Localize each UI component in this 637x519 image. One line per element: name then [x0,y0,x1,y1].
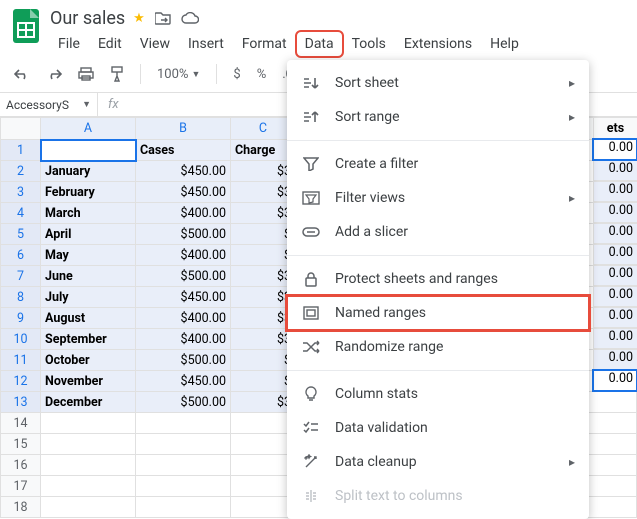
submenu-arrow-icon: ▸ [569,110,575,124]
menu-protect-sheets[interactable]: Protect sheets and ranges [287,262,589,296]
redo-icon[interactable] [42,63,66,85]
filter-views-icon [301,188,321,208]
shuffle-icon [301,337,321,357]
menu-extensions[interactable]: Extensions [396,32,480,56]
move-folder-icon[interactable] [155,11,171,25]
sort-sheet-icon [301,73,321,93]
zoom-select[interactable]: 100%▼ [153,63,204,86]
lightbulb-icon [301,384,321,404]
menu-filter-views[interactable]: Filter views ▸ [287,181,589,215]
menu-sort-range[interactable]: Sort range ▸ [287,100,589,134]
menu-insert[interactable]: Insert [180,32,232,56]
cloud-status-icon[interactable] [181,12,199,24]
menu-add-slicer[interactable]: Add a slicer [287,215,589,249]
menu-data[interactable]: Data [297,32,342,56]
submenu-arrow-icon: ▸ [569,455,575,469]
menu-help[interactable]: Help [482,32,527,56]
doc-title[interactable]: Our sales [50,8,125,29]
menu-edit[interactable]: Edit [90,32,130,56]
row-head[interactable]: 1 [1,140,41,161]
wand-icon [301,452,321,472]
format-currency[interactable]: $ [229,63,244,86]
data-menu-dropdown: Sort sheet ▸ Sort range ▸ Create a filte… [287,60,589,519]
menu-sort-sheet[interactable]: Sort sheet ▸ [287,66,589,100]
menu-tools[interactable]: Tools [344,32,394,56]
format-percent[interactable]: % [253,63,271,86]
slicer-icon [301,222,321,242]
menu-column-stats[interactable]: Column stats [287,377,589,411]
menu-data-cleanup[interactable]: Data cleanup ▸ [287,445,589,479]
checklist-icon [301,418,321,438]
menu-create-filter[interactable]: Create a filter [287,147,589,181]
menu-split-text: Split text to columns [287,479,589,513]
named-ranges-icon [301,303,321,323]
menu-named-ranges[interactable]: Named ranges [287,296,589,330]
cell[interactable] [41,140,136,161]
filter-icon [301,154,321,174]
peek-column: ets 0.00 0.00 0.00 0.00 0.00 0.00 0.00 0… [593,117,637,391]
fx-label: fx [98,97,129,112]
menubar: File Edit View Insert Format Data Tools … [50,32,629,56]
menu-view[interactable]: View [132,32,178,56]
paint-format-icon[interactable] [106,62,128,86]
sort-range-icon [301,107,321,127]
col-head-b[interactable]: B [136,118,231,140]
col-head-c[interactable]: C [231,118,296,140]
submenu-arrow-icon: ▸ [569,76,575,90]
cell[interactable]: Cases [136,140,231,161]
undo-icon[interactable] [10,63,34,85]
menu-data-validation[interactable]: Data validation [287,411,589,445]
sheets-logo[interactable] [8,8,44,44]
print-icon[interactable] [74,63,98,85]
lock-icon [301,269,321,289]
menu-randomize-range[interactable]: Randomize range [287,330,589,364]
split-icon [301,486,321,506]
star-icon[interactable]: ★ [133,11,145,26]
name-box[interactable]: AccessoryS▼ [0,93,98,116]
select-all-corner[interactable] [1,118,41,140]
col-head-a[interactable]: A [41,118,136,140]
menu-file[interactable]: File [50,32,88,56]
menu-format[interactable]: Format [234,32,295,56]
submenu-arrow-icon: ▸ [569,191,575,205]
cell[interactable]: Charge [231,140,296,161]
